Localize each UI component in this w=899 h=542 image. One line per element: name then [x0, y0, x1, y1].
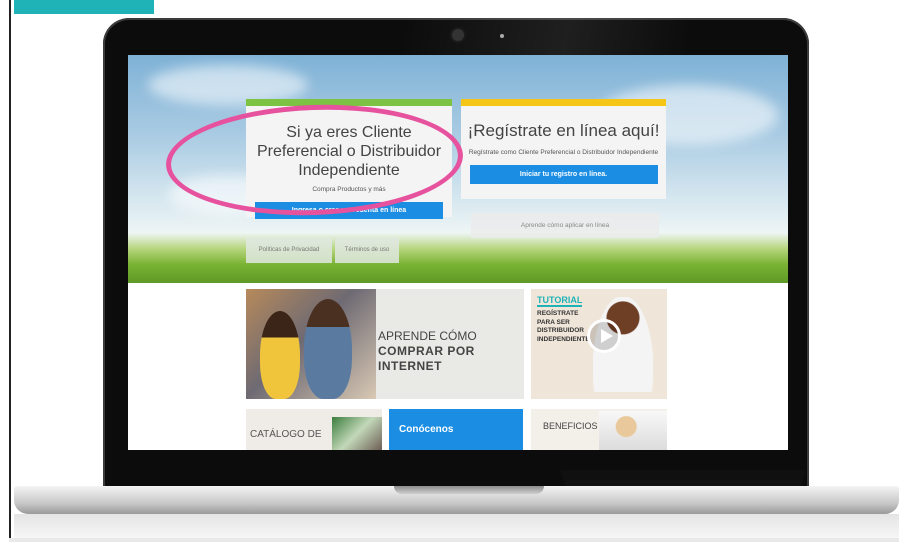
learn-online-shopping-tile[interactable]: APRENDE CÓMO COMPRAR POR INTERNET: [246, 289, 524, 399]
learn-apply-button[interactable]: Aprende cómo aplicar en línea: [471, 213, 659, 238]
learn-line-2: COMPRAR POR INTERNET: [378, 344, 475, 373]
register-title: ¡Regístrate en línea aquí!: [467, 121, 660, 140]
terms-link[interactable]: Términos de uso: [335, 238, 399, 263]
table-reflection: [14, 514, 899, 538]
benefits-image: [599, 411, 667, 450]
laptop-screen: Si ya eres Cliente Preferencial o Distri…: [128, 55, 788, 450]
man-figure: [304, 299, 352, 399]
register-subtitle: Regístrate como Cliente Preferencial o D…: [468, 149, 659, 156]
camera-indicator: [500, 34, 504, 38]
tutorial-label: TUTORIAL: [537, 295, 583, 307]
privacy-policy-link[interactable]: Políticas de Privacidad: [246, 238, 332, 263]
start-registration-button[interactable]: Iniciar tu registro en línea.: [469, 165, 658, 184]
bottom-frame: [9, 538, 899, 542]
couple-photo: [246, 289, 376, 399]
laptop-base: [14, 486, 899, 514]
catalog-label: CATÁLOGO DE: [250, 429, 322, 440]
webcam-icon: [452, 29, 464, 41]
laptop-notch: [394, 486, 544, 494]
tutorial-video-tile[interactable]: TUTORIAL REGÍSTRATE PARA SER DISTRIBUIDO…: [531, 289, 667, 399]
top-teal-tab: [14, 0, 154, 14]
learn-line-1: APRENDE CÓMO: [378, 329, 477, 343]
woman-figure: [260, 311, 300, 399]
benefits-tile[interactable]: BENEFICIOS DEL: [531, 409, 667, 450]
catalog-tile[interactable]: CATÁLOGO DE: [246, 409, 382, 450]
register-card: ¡Regístrate en línea aquí! Regístrate co…: [461, 99, 666, 199]
play-icon[interactable]: [587, 319, 621, 353]
catalog-image: [332, 417, 382, 450]
about-us-tile[interactable]: Conócenos: [389, 409, 523, 450]
left-frame-line: [9, 0, 11, 542]
learn-text: APRENDE CÓMO COMPRAR POR INTERNET: [378, 329, 524, 374]
